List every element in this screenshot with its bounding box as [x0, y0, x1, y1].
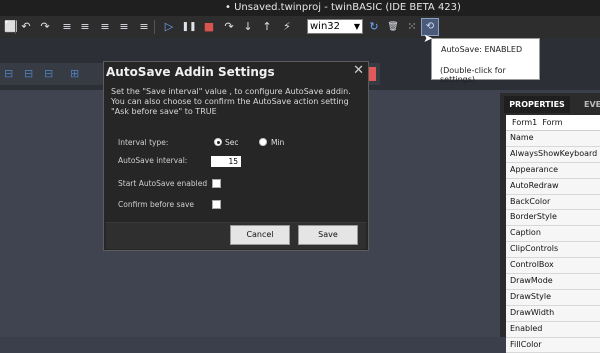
- interval-sec-label: Sec: [225, 138, 239, 147]
- interval-min-label: Min: [271, 138, 285, 147]
- run-to-cursor-icon[interactable]: ⚡: [279, 19, 295, 35]
- dialog-title: AutoSave Addin Settings: [106, 65, 275, 79]
- bookmark-icon[interactable]: ⬜: [3, 19, 19, 35]
- align-right-icon[interactable]: ⊟: [44, 67, 58, 81]
- outdent-icon[interactable]: ≡: [97, 19, 113, 35]
- align-left-icon[interactable]: ⊟: [4, 67, 18, 81]
- autosave-settings-dialog: AutoSave Addin Settings ✕ Set the "Save …: [103, 61, 369, 251]
- property-row[interactable]: BorderStyle: [506, 210, 600, 227]
- property-row[interactable]: DrawWidth: [506, 305, 600, 322]
- window-title: • Unsaved.twinproj - twinBASIC (IDE BETA…: [225, 2, 461, 13]
- cancel-button[interactable]: Cancel: [230, 225, 290, 245]
- align-center-icon[interactable]: ⊟: [24, 67, 38, 81]
- property-row[interactable]: DrawMode: [506, 274, 600, 290]
- object-type: Form: [542, 118, 563, 127]
- title-bar: • Unsaved.twinproj - twinBASIC (IDE BETA…: [0, 0, 600, 16]
- grid-icon[interactable]: ⁙: [404, 19, 420, 35]
- dialog-footer: Cancel Save: [106, 222, 366, 249]
- start-enabled-checkbox[interactable]: [212, 179, 221, 188]
- redo-icon[interactable]: ↷: [37, 19, 53, 35]
- mouse-pointer-icon: ➤: [423, 31, 434, 45]
- play-icon[interactable]: ▷: [161, 19, 177, 35]
- start-enabled-label: Start AutoSave enabled: [118, 179, 208, 188]
- tooltip-status: AutoSave: ENABLED: [441, 45, 523, 54]
- properties-tabs: PROPERTIES EVE: [500, 96, 600, 113]
- step-out-icon[interactable]: ↑: [259, 19, 275, 35]
- properties-object-header[interactable]: Form1 Form: [506, 115, 600, 131]
- toolbar-separator: [15, 20, 16, 34]
- target-select[interactable]: win32 ▼: [307, 19, 363, 34]
- chevron-down-icon: ▼: [353, 22, 360, 31]
- step-over-icon[interactable]: ↷: [221, 19, 237, 35]
- target-select-value: win32: [310, 21, 341, 32]
- property-row[interactable]: ClipControls: [506, 242, 600, 259]
- property-row[interactable]: AutoRedraw: [506, 178, 600, 195]
- close-icon[interactable]: ✕: [353, 63, 364, 78]
- indent-icon[interactable]: ≡: [77, 19, 93, 35]
- property-row[interactable]: AlwaysShowKeyboard: [506, 146, 600, 163]
- autosave-tooltip: AutoSave: ENABLED (Double-click for sett…: [431, 38, 540, 84]
- toolbar-separator: [154, 20, 155, 34]
- confirm-before-save-checkbox[interactable]: [212, 200, 221, 209]
- align-icon[interactable]: ≡: [59, 19, 75, 35]
- main-toolbar: ⬜ ↶ ↷ ≡ ≡ ≡ ≡ ≡ ▷ ❚❚ ■ ↷ ↓ ↑ ⚡ win32 ▼ ↻…: [0, 16, 600, 39]
- object-name: Form1: [512, 118, 538, 127]
- align-top-icon[interactable]: ⊞: [70, 67, 84, 81]
- stop-icon[interactable]: ■: [201, 19, 217, 35]
- properties-list: Form1 Form Name AlwaysShowKeyboard Appea…: [506, 115, 600, 353]
- comment-icon[interactable]: ≡: [116, 19, 132, 35]
- property-row[interactable]: BackColor: [506, 194, 600, 211]
- confirm-before-save-label: Confirm before save: [118, 200, 195, 209]
- step-into-icon[interactable]: ↓: [240, 19, 256, 35]
- property-row[interactable]: Appearance: [506, 162, 600, 179]
- interval-min-radio[interactable]: [259, 138, 267, 146]
- property-row[interactable]: Enabled: [506, 321, 600, 338]
- tab-events[interactable]: EVE: [584, 96, 600, 113]
- delete-icon[interactable]: 🗑: [385, 19, 401, 35]
- property-row[interactable]: FillColor: [506, 337, 600, 353]
- tooltip-hint: (Double-click for settings): [440, 66, 506, 84]
- pause-icon[interactable]: ❚❚: [181, 19, 197, 35]
- autosave-interval-label: AutoSave interval:: [118, 156, 188, 165]
- tab-properties[interactable]: PROPERTIES: [504, 96, 570, 113]
- property-row[interactable]: DrawStyle: [506, 289, 600, 306]
- refresh-icon[interactable]: ↻: [366, 19, 382, 35]
- property-row[interactable]: Name: [506, 131, 600, 147]
- interval-sec-radio[interactable]: [214, 138, 222, 146]
- undo-icon[interactable]: ↶: [18, 19, 34, 35]
- dialog-description: Set the "Save interval" value , to confi…: [111, 87, 351, 116]
- properties-panel: PROPERTIES EVE Form1 Form Name AlwaysSho…: [500, 93, 600, 353]
- property-row[interactable]: ControlBox: [506, 258, 600, 275]
- save-button[interactable]: Save: [298, 225, 358, 245]
- interval-type-label: Interval type:: [118, 138, 169, 147]
- autosave-interval-input[interactable]: 15: [211, 156, 241, 167]
- property-row[interactable]: Caption: [506, 226, 600, 243]
- uncomment-icon[interactable]: ≡: [136, 19, 152, 35]
